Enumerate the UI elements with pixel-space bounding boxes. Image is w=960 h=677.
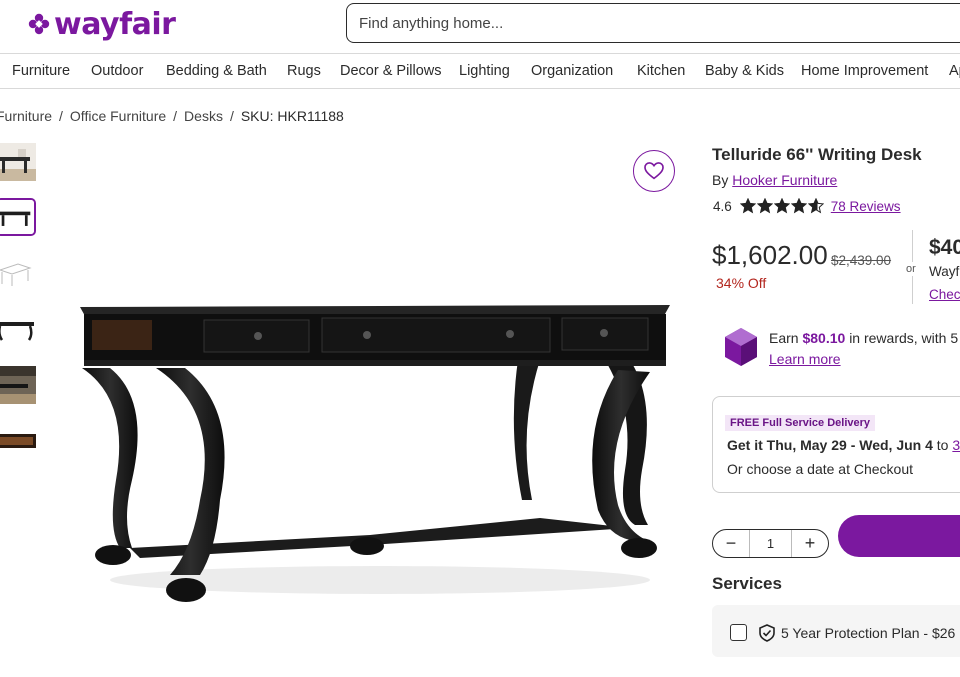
protection-plan-checkbox[interactable]	[730, 624, 747, 641]
reviews-link[interactable]: 78 Reviews	[831, 199, 901, 214]
delivery-dates: Get it Thu, May 29 - Wed, Jun 4 to 37	[727, 437, 960, 453]
thumbnail-2-selected[interactable]	[0, 198, 36, 236]
search-input[interactable]	[346, 3, 960, 43]
nav-item-home-improvement[interactable]: Home Improvement	[801, 63, 928, 79]
gem-icon	[725, 328, 757, 366]
shield-check-icon	[759, 624, 775, 642]
original-price: $2,439.00	[831, 253, 892, 268]
category-nav: Furniture Outdoor Bedding & Bath Rugs De…	[0, 53, 960, 89]
nav-item-lighting[interactable]: Lighting	[459, 63, 510, 79]
increase-quantity-button[interactable]: +	[792, 530, 828, 557]
favorite-button[interactable]	[633, 150, 675, 192]
protection-plan-label: 5 Year Protection Plan - $26	[781, 625, 956, 641]
product-title: Telluride 66'' Writing Desk	[712, 145, 922, 164]
thumbnail-desk-image	[0, 200, 34, 234]
breadcrumb: Furniture / Office Furniture / Desks / SKU: HK…	[0, 108, 344, 124]
thumbnail-wood-detail	[0, 422, 36, 460]
logo-text: wayfair	[54, 6, 176, 42]
sale-price: $1,602.00	[712, 240, 828, 270]
breadcrumb-separator: /	[59, 108, 63, 124]
rewards-prefix: Earn	[769, 330, 799, 346]
logo-flower-icon	[28, 13, 50, 35]
services-heading: Services	[712, 574, 782, 593]
star-rating	[739, 198, 825, 214]
breadcrumb-furniture[interactable]: Furniture	[0, 108, 52, 124]
rating-value: 4.6	[713, 198, 732, 214]
nav-item-furniture[interactable]: Furniture	[12, 63, 70, 79]
star-icon	[739, 198, 756, 214]
or-label: or	[906, 262, 916, 276]
thumbnail-1[interactable]	[0, 143, 36, 181]
rewards-amount: $80.10	[802, 330, 846, 346]
brand-link[interactable]: Hooker Furniture	[732, 172, 837, 188]
nav-item-decor-pillows[interactable]: Decor & Pillows	[340, 63, 442, 79]
star-icon	[790, 198, 807, 214]
delivery-to-label: to	[936, 437, 949, 453]
star-icon	[807, 198, 824, 214]
thumbnail-room-dark	[0, 366, 36, 404]
add-to-cart-button[interactable]	[838, 515, 960, 557]
product-image-desk	[80, 305, 670, 602]
nav-item-appliances[interactable]: Ap	[949, 63, 960, 79]
quantity-value[interactable]: 1	[749, 530, 792, 557]
breadcrumb-separator: /	[173, 108, 178, 124]
nav-item-bedding-bath[interactable]: Bedding & Bath	[166, 63, 267, 79]
product-byline: By Hooker Furniture	[712, 172, 837, 188]
thumbnail-line-drawing	[0, 254, 36, 292]
thumbnail-5[interactable]	[0, 366, 36, 404]
heart-icon	[644, 162, 664, 180]
rewards-text: Earn $80.10 in rewards, with 5	[769, 330, 958, 346]
thumbnail-6[interactable]	[0, 422, 36, 460]
nav-item-organization[interactable]: Organization	[531, 63, 613, 79]
wayfair-logo[interactable]: wayfair	[28, 6, 176, 42]
thumbnail-room-image	[0, 143, 36, 181]
thumbnail-desk-front	[0, 310, 36, 348]
thumbnail-4[interactable]	[0, 310, 36, 348]
decrease-quantity-button[interactable]: −	[713, 530, 749, 557]
free-delivery-badge: FREE Full Service Delivery	[725, 415, 876, 431]
choose-date-text: Or choose a date at Checkout	[727, 461, 913, 477]
thumbnail-3[interactable]	[0, 254, 36, 292]
nav-item-outdoor[interactable]: Outdoor	[91, 63, 143, 79]
nav-item-kitchen[interactable]: Kitchen	[637, 63, 685, 79]
rating-summary: 4.6 78 Reviews	[713, 196, 901, 216]
star-icon	[773, 198, 790, 214]
breadcrumb-separator: /	[229, 108, 234, 124]
rewards-suffix: in rewards, with 5	[849, 330, 959, 346]
nav-item-rugs[interactable]: Rugs	[287, 63, 321, 79]
breadcrumb-desks[interactable]: Desks	[184, 108, 223, 124]
alt-price: $40	[929, 236, 960, 259]
quantity-stepper: − 1 +	[712, 529, 829, 558]
nav-item-baby-kids[interactable]: Baby & Kids	[705, 63, 784, 79]
breadcrumb-sku: SKU: HKR11188	[240, 108, 344, 124]
discount-label: 34% Off	[716, 275, 767, 291]
alt-price-link[interactable]: Chec	[929, 287, 960, 302]
alt-price-label: Wayf	[929, 264, 960, 279]
by-label: By	[712, 172, 729, 188]
breadcrumb-office-furniture[interactable]: Office Furniture	[70, 108, 166, 124]
star-icon	[756, 198, 773, 214]
delivery-zip-link[interactable]: 37	[952, 437, 960, 453]
learn-more-link[interactable]: Learn more	[769, 351, 841, 367]
delivery-date-range: Get it Thu, May 29 - Wed, Jun 4	[727, 437, 933, 453]
